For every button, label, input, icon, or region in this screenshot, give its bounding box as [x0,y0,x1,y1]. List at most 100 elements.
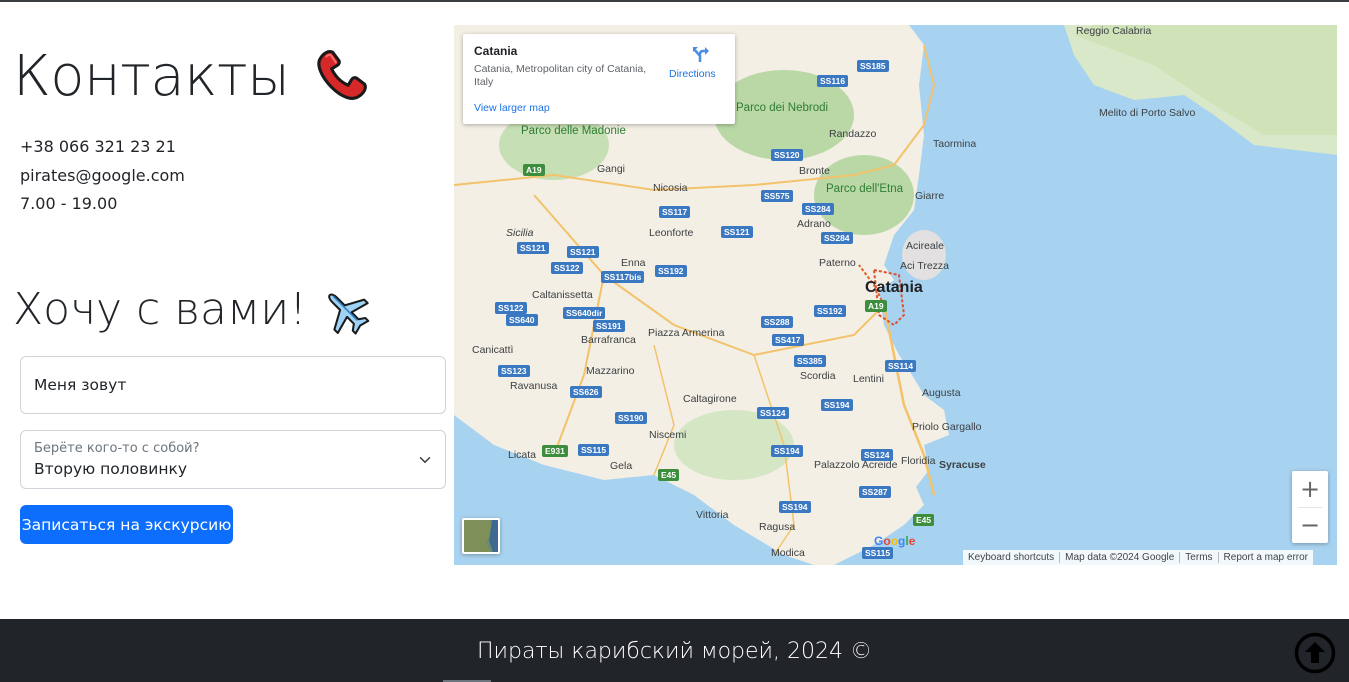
road-badge: E931 [542,445,568,457]
map-label-acireale: Acireale [906,240,944,252]
directions-icon[interactable] [691,44,711,64]
map-label-licata: Licata [508,449,537,461]
footer-copyright: Пираты карибский морей, 2024 © [477,639,872,664]
road-badge: A19 [523,164,545,176]
directions-link[interactable]: Directions [669,68,716,80]
map-label-paterno: Paterno [819,257,856,269]
road-badge: SS117 [659,206,691,218]
road-badge: SS124 [861,449,893,461]
road-badge: SS640 [506,314,538,326]
road-badge: SS122 [551,262,583,274]
road-badge: SS116 [817,75,849,87]
companion-select[interactable]: Берёте кого-то с собой? Вторую половинку [20,430,446,489]
map-label-nebrodi: Parco dei Nebrodi [736,102,829,114]
map-label-melito: Melito di Porto Salvo [1099,107,1196,119]
road-badge: SS123 [498,365,530,377]
road-badge: SS185 [857,60,889,72]
road-badge: SS115 [862,547,894,559]
road-badge: SS575 [761,190,793,202]
report-error-link[interactable]: Report a map error [1217,552,1313,563]
submit-tour-button[interactable]: Записаться на экскурсию [20,505,233,544]
telephone-receiver-icon [316,50,367,100]
contacts-title: Контакты [13,44,290,109]
google-logo: Google [874,534,916,548]
map-label-priolo: Priolo Gargallo [912,421,982,433]
road-badge: SS120 [771,149,803,161]
map-label-reggio: Reggio Calabria [1076,25,1152,37]
road-badge: SS284 [802,203,834,215]
name-input-value: Меня зовут [34,376,127,394]
road-badge: SS284 [821,232,853,244]
zoom-out-button[interactable]: − [1292,507,1328,543]
road-badge: SS194 [771,445,803,457]
contact-email: pirates@google.com [20,165,185,185]
map-label-aci-trezza: Aci Trezza [900,260,950,272]
road-badge: SS117bis [601,271,645,283]
google-map[interactable]: Catania Reggio Calabria Taormina Randazz… [454,25,1337,565]
satellite-thumbnail-icon [464,520,498,552]
map-label-gela: Gela [610,460,633,472]
road-badge: E45 [913,514,935,526]
chevron-down-icon [419,457,431,463]
road-badge: SS192 [655,265,687,277]
airplane-icon [328,293,370,335]
keyboard-shortcuts-link[interactable]: Keyboard shortcuts [963,552,1059,563]
arrow-up-circle-icon[interactable] [1294,632,1336,674]
map-label-ragusa: Ragusa [759,521,796,533]
map-label-vittoria: Vittoria [696,509,729,521]
terms-link[interactable]: Terms [1179,552,1217,563]
road-badge: SS640dir [563,307,606,319]
zoom-controls: + − [1292,471,1328,543]
map-label-caltagirone: Caltagirone [683,393,737,405]
map-info-address: Catania, Metropolitan city of Catania, I… [474,63,647,88]
footer: Пираты карибский морей, 2024 © [0,619,1349,682]
road-badge: SS417 [772,334,804,346]
map-label-modica: Modica [771,547,805,559]
name-input[interactable]: Меня зовут [20,356,446,414]
road-badge: SS385 [794,355,826,367]
map-label-leonforte: Leonforte [649,227,694,239]
map-label-adrano: Adrano [797,218,831,230]
road-badge: SS194 [821,399,853,411]
map-label-nicosia: Nicosia [653,182,688,194]
map-label-floridia: Floridia [901,455,936,467]
map-label-catania: Catania [865,279,923,296]
map-label-piazza-armerina: Piazza Armerina [648,327,725,339]
road-badge: SS115 [578,444,610,456]
map-data-text: Map data ©2024 Google [1059,552,1179,563]
map-label-ravanusa: Ravanusa [510,380,558,392]
road-badge: SS124 [757,407,789,419]
map-label-giarre: Giarre [915,190,945,202]
map-label-bronte: Bronte [799,165,830,177]
road-badge: SS192 [814,305,846,317]
road-badge: SS191 [593,320,625,332]
map-label-mazzarino: Mazzarino [586,365,635,377]
map-info-name: Catania [474,44,518,58]
road-badge: SS121 [721,226,753,238]
map-info-card: Catania Catania, Metropolitan city of Ca… [463,34,735,124]
zoom-in-button[interactable]: + [1292,471,1328,507]
map-label-madonie: Parco delle Madonie [521,125,626,137]
road-badge: E45 [658,469,680,481]
road-badge: SS121 [567,246,599,258]
map-label-canicatti: Canicattì [472,344,514,356]
map-label-enna: Enna [621,257,646,269]
top-border [0,0,1349,2]
road-badge: SS287 [859,486,891,498]
map-label-scordia: Scordia [800,370,836,382]
road-badge: SS190 [615,412,647,424]
map-label-taormina: Taormina [933,138,977,150]
road-badge: A19 [865,300,887,312]
companion-select-value: Вторую половинку [34,460,188,478]
road-badge: SS122 [495,302,527,314]
road-badge: SS288 [761,316,793,328]
road-badge: SS626 [570,386,602,398]
road-badge: SS114 [885,360,917,372]
map-label-barrafranca: Barrafranca [581,334,636,346]
contact-phone: +38 066 321 23 21 [20,137,176,156]
view-larger-map-link[interactable]: View larger map [474,102,550,114]
map-label-lentini: Lentini [853,373,884,385]
companion-select-label: Берёте кого-то с собой? [34,441,200,456]
contact-hours: 7.00 - 19.00 [20,194,118,213]
satellite-toggle[interactable] [462,518,500,554]
